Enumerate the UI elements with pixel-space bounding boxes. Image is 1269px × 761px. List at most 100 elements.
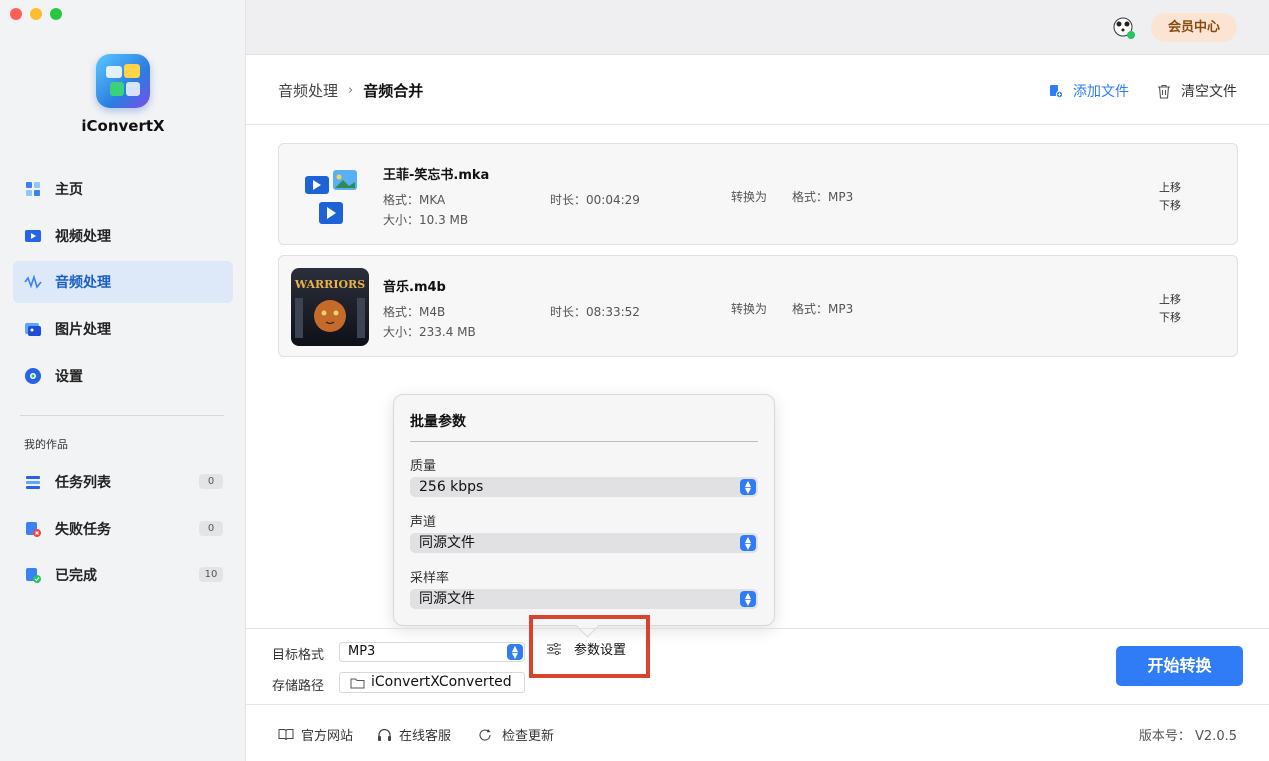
website-label: 官方网站 [301, 729, 354, 744]
sidebar-item-label: 主页 [55, 182, 83, 198]
page-header: 音频处理 › 音频合并 添加文件 清空文件 [246, 55, 1269, 125]
gear-icon [23, 366, 43, 386]
chevron-updown-icon: ▲ ▼ [740, 591, 756, 607]
batch-params-popover: 批量参数 质量 256 kbps ▲ ▼ 声道 同源文件 ▲ ▼ 采样率 同源文件 … [393, 394, 775, 626]
online-support-link[interactable]: 在线客服 [377, 725, 451, 744]
clear-files-label: 清空文件 [1181, 84, 1237, 100]
sidebar: iConvertX 主页 视频处理 音频处理 图片处理 设置 我的作品 任务列表… [0, 0, 246, 761]
breadcrumb-parent[interactable]: 音频处理 [278, 80, 338, 101]
version-label: 版本号： V2.0.5 [1138, 729, 1237, 744]
sample-rate-value: 同源文件 [419, 591, 475, 607]
task-count-badge: 0 [199, 474, 223, 489]
sidebar-item-task-list[interactable]: 任务列表 0 [13, 461, 233, 503]
window-controls [10, 8, 62, 20]
sidebar-divider [20, 415, 224, 416]
book-icon [278, 728, 294, 741]
sidebar-item-completed[interactable]: 已完成 10 [13, 554, 233, 596]
trash-icon [1157, 84, 1171, 99]
headset-icon [377, 728, 392, 742]
refresh-icon [478, 728, 492, 742]
sidebar-item-label: 视频处理 [55, 229, 111, 245]
minimize-window-button[interactable] [30, 8, 42, 20]
sidebar-item-settings[interactable]: 设置 [13, 355, 233, 397]
sidebar-item-video[interactable]: 视频处理 [13, 215, 233, 257]
failed-task-icon [23, 519, 43, 539]
clear-files-button[interactable]: 清空文件 [1157, 81, 1237, 101]
sidebar-item-image[interactable]: 图片处理 [13, 308, 233, 350]
file-duration: 时长：08:33:52 [550, 305, 640, 319]
sidebar-item-label: 音频处理 [55, 275, 111, 291]
media-file-icon [291, 156, 369, 234]
file-card[interactable]: 王菲-笑忘书.mka 格式：MKA 大小：10.3 MB 时长：00:04:29… [278, 143, 1238, 245]
sample-rate-select[interactable]: 同源文件 ▲ ▼ [410, 589, 758, 609]
sample-rate-label: 采样率 [410, 571, 450, 586]
completed-count-badge: 10 [199, 567, 223, 582]
app-logo-icon [96, 54, 150, 108]
sidebar-item-label: 图片处理 [55, 322, 111, 338]
target-format[interactable]: 格式：MP3 [792, 300, 853, 317]
image-icon [23, 319, 43, 339]
album-cover: WARRIORS [291, 268, 369, 346]
folder-icon [350, 677, 365, 689]
file-name: 王菲-笑忘书.mka [383, 168, 490, 183]
footer: 官方网站 在线客服 检查更新 版本号： V2.0.5 [246, 705, 1269, 761]
channel-select[interactable]: 同源文件 ▲ ▼ [410, 533, 758, 553]
file-name: 音乐.m4b [383, 280, 446, 295]
chevron-updown-icon: ▲ ▼ [507, 644, 523, 660]
support-label: 在线客服 [399, 729, 452, 744]
breadcrumb-separator: › [348, 83, 354, 98]
move-up-button[interactable]: 上移 [1159, 179, 1181, 195]
save-path-label: 存储路径 [272, 679, 325, 694]
conversion-controls: 目标格式 MP3 ▲ ▼ 存储路径 iConvertXConverted 参数设置… [246, 628, 1269, 705]
save-path-field[interactable]: iConvertXConverted [339, 672, 525, 693]
add-file-button[interactable]: 添加文件 [1049, 81, 1129, 101]
target-format-value: MP3 [348, 644, 376, 659]
sidebar-item-label: 已完成 [55, 568, 97, 584]
sidebar-item-failed[interactable]: 失败任务 0 [13, 508, 233, 550]
popover-divider [410, 441, 758, 442]
move-down-button[interactable]: 下移 [1159, 197, 1181, 213]
quality-label: 质量 [410, 459, 437, 474]
chevron-updown-icon: ▲ ▼ [740, 479, 756, 495]
file-size: 大小：233.4 MB [383, 325, 476, 339]
file-size: 大小：10.3 MB [383, 213, 469, 227]
sidebar-item-label: 任务列表 [55, 475, 111, 491]
add-file-icon [1049, 84, 1063, 98]
sidebar-item-audio[interactable]: 音频处理 [13, 261, 233, 303]
sidebar-item-label: 失败任务 [55, 522, 111, 538]
file-card[interactable]: WARRIORS 音乐.m4b 格式：M4B 大小：233.4 MB 时长：08… [278, 255, 1238, 357]
channel-label: 声道 [410, 515, 437, 530]
quality-value: 256 kbps [419, 479, 484, 495]
chevron-updown-icon: ▲ ▼ [740, 535, 756, 551]
completed-icon [23, 565, 43, 585]
channel-value: 同源文件 [419, 535, 475, 551]
vip-center-button[interactable]: 会员中心 [1151, 13, 1237, 42]
file-duration: 时长：00:04:29 [550, 193, 640, 207]
failed-count-badge: 0 [199, 521, 223, 536]
start-conversion-button[interactable]: 开始转换 [1116, 646, 1243, 686]
page-title: 音频合并 [363, 82, 424, 100]
move-down-button[interactable]: 下移 [1159, 309, 1181, 325]
home-icon [23, 179, 43, 199]
sidebar-item-home[interactable]: 主页 [13, 168, 233, 210]
top-bar: 会员中心 [246, 0, 1269, 55]
target-format-select[interactable]: MP3 ▲ ▼ [339, 642, 525, 662]
official-website-link[interactable]: 官方网站 [278, 725, 353, 744]
user-avatar-icon[interactable] [1112, 16, 1136, 40]
file-format: 格式：MKA [383, 193, 446, 207]
sidebar-item-label: 设置 [55, 369, 83, 385]
update-label: 检查更新 [502, 729, 555, 744]
check-update-link[interactable]: 检查更新 [478, 725, 554, 744]
highlight-box [529, 615, 650, 678]
task-list-icon [23, 472, 43, 492]
app-name: iConvertX [81, 117, 165, 135]
target-format[interactable]: 格式：MP3 [792, 188, 853, 205]
video-icon [23, 226, 43, 246]
close-window-button[interactable] [10, 8, 22, 20]
target-format-label: 目标格式 [272, 648, 325, 663]
quality-select[interactable]: 256 kbps ▲ ▼ [410, 477, 758, 497]
breadcrumb: 音频处理 › 音频合并 [278, 80, 423, 101]
zoom-window-button[interactable] [50, 8, 62, 20]
move-up-button[interactable]: 上移 [1159, 291, 1181, 307]
convert-to-label: 转换为 [731, 190, 768, 204]
